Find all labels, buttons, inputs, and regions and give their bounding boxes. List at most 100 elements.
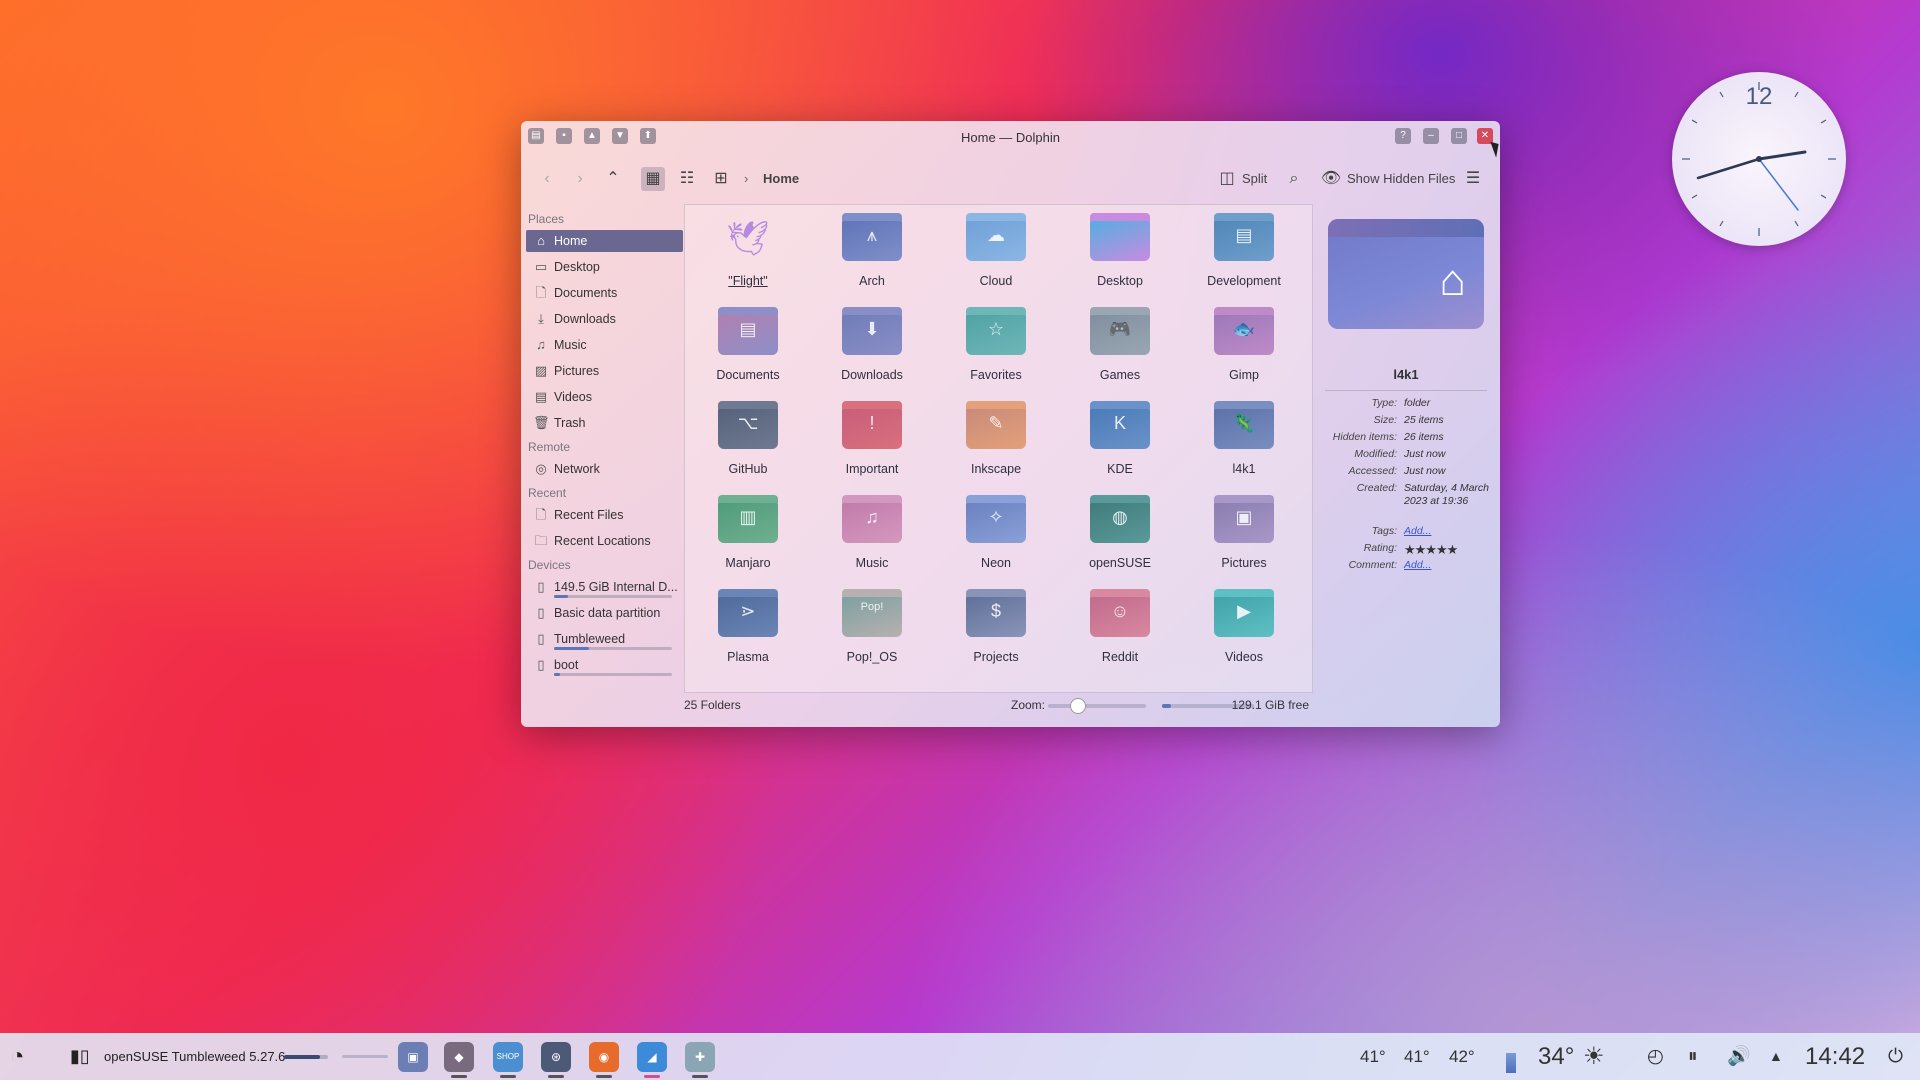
- folder-item[interactable]: ♫ Music: [817, 487, 927, 570]
- folder-item[interactable]: ⌥ GitHub: [693, 393, 803, 476]
- neon-icon: ✧: [966, 495, 1026, 543]
- folder-item[interactable]: ☺ Reddit: [1065, 581, 1175, 664]
- sidebar-item-basic-data-partition[interactable]: ▯ Basic data partition: [526, 602, 683, 624]
- system-settings-icon[interactable]: SHOP: [493, 1042, 523, 1072]
- compact-view-icon[interactable]: ☷: [675, 167, 699, 191]
- folder-item[interactable]: ✎ Inkscape: [941, 393, 1051, 476]
- info-row-comment: Comment: Add...: [1321, 559, 1491, 576]
- pause-icon[interactable]: ⏸: [1688, 1033, 1698, 1080]
- folder-item[interactable]: 🎮 Games: [1065, 299, 1175, 382]
- store-icon[interactable]: ◆: [444, 1042, 474, 1072]
- folder-item[interactable]: Desktop: [1065, 205, 1175, 288]
- add-comment-link[interactable]: Add...: [1404, 559, 1494, 571]
- sidebar-item-internal-drive[interactable]: ▯ 149.5 GiB Internal D...: [526, 576, 683, 598]
- eye-icon[interactable]: 👁: [1319, 167, 1343, 191]
- image-viewer-icon[interactable]: ▣: [398, 1042, 428, 1072]
- folder-item[interactable]: 🕊 "Flight": [693, 205, 803, 288]
- folder-label: GitHub: [728, 462, 768, 476]
- weather-temperature[interactable]: 34°: [1538, 1033, 1574, 1080]
- folder-item[interactable]: ▣ Pictures: [1189, 487, 1299, 570]
- folder-item[interactable]: ▥ Manjaro: [693, 487, 803, 570]
- steering-icon[interactable]: ⊛: [541, 1042, 571, 1072]
- volume-slider[interactable]: [284, 1055, 328, 1059]
- sidebar-item-music[interactable]: ♫ Music: [526, 334, 683, 356]
- icons-view-icon[interactable]: ▦: [641, 167, 665, 191]
- show-hidden-files-button[interactable]: Show Hidden Files: [1347, 167, 1455, 191]
- folder-label: Downloads: [841, 368, 903, 382]
- music-folder-icon: ♫: [842, 495, 902, 543]
- cpu-temp-3[interactable]: 42°: [1449, 1033, 1475, 1080]
- folder-item[interactable]: ⋗ Plasma: [693, 581, 803, 664]
- development-icon: ▤: [1214, 213, 1274, 261]
- folder-item[interactable]: ◍ openSUSE: [1065, 487, 1175, 570]
- sun-icon[interactable]: ☀: [1583, 1033, 1605, 1080]
- tray-expand-icon[interactable]: ▲: [1769, 1033, 1783, 1080]
- memory-bar[interactable]: [1506, 1053, 1516, 1073]
- cloud-icon: ☁: [966, 213, 1026, 261]
- up-icon[interactable]: ⌃: [601, 167, 625, 191]
- dolphin-icon[interactable]: ◢: [637, 1042, 667, 1072]
- cpu-temp-1[interactable]: 41°: [1360, 1033, 1386, 1080]
- folder-item[interactable]: K KDE: [1065, 393, 1175, 476]
- folder-item[interactable]: ☁ Cloud: [941, 205, 1051, 288]
- app-icon[interactable]: ✚: [685, 1042, 715, 1072]
- folder-item[interactable]: 🐟 Gimp: [1189, 299, 1299, 382]
- folder-item[interactable]: ⩚ Arch: [817, 205, 927, 288]
- sidebar-item-videos[interactable]: ▤ Videos: [526, 386, 683, 408]
- window-title-label[interactable]: openSUSE Tumbleweed 5.27.6: [104, 1033, 285, 1080]
- breadcrumb-separator: ›: [744, 171, 749, 186]
- titlebar[interactable]: ▤ ▪ ▲ ▼ ⬆ Home — Dolphin ? – □ ✕: [521, 121, 1500, 155]
- split-icon[interactable]: ◫: [1215, 167, 1239, 191]
- folder-item[interactable]: ▶ Videos: [1189, 581, 1299, 664]
- back-icon[interactable]: ‹: [535, 167, 559, 191]
- minimize-icon[interactable]: –: [1423, 128, 1439, 144]
- folder-item[interactable]: Pop! Pop!_OS: [817, 581, 927, 664]
- folder-item[interactable]: ▤ Development: [1189, 205, 1299, 288]
- folder-label: Pictures: [1221, 556, 1267, 570]
- cpu-temp-2[interactable]: 41°: [1404, 1033, 1430, 1080]
- clock-time[interactable]: 14:42: [1805, 1033, 1865, 1080]
- rating-stars[interactable]: ★★★★★: [1404, 542, 1494, 558]
- sidebar-item-pictures[interactable]: ▨ Pictures: [526, 360, 683, 382]
- sidebar-item-documents[interactable]: 🗋 Documents: [526, 282, 683, 304]
- folder-item[interactable]: ✧ Neon: [941, 487, 1051, 570]
- sidebar-item-downloads[interactable]: ⤓ Downloads: [526, 308, 683, 330]
- media-slider[interactable]: [342, 1055, 388, 1058]
- sidebar-item-desktop[interactable]: ▭ Desktop: [526, 256, 683, 278]
- speaker-icon[interactable]: 🔊: [1727, 1033, 1751, 1080]
- folder-item[interactable]: $ Projects: [941, 581, 1051, 664]
- help-icon[interactable]: ?: [1395, 128, 1411, 144]
- breadcrumb-home[interactable]: Home: [763, 167, 799, 191]
- search-icon[interactable]: ⌕: [1282, 167, 1306, 191]
- sidebar-item-tumbleweed[interactable]: ▯ Tumbleweed: [526, 628, 683, 650]
- power-icon[interactable]: ⏻: [1888, 1033, 1903, 1080]
- folder-item[interactable]: ☆ Favorites: [941, 299, 1051, 382]
- file-view[interactable]: 🕊 "Flight" ⩚ Arch ☁ Cloud Desktop ▤ Development ▤…: [684, 204, 1313, 693]
- split-button[interactable]: Split: [1242, 167, 1267, 191]
- sidebar-item-trash[interactable]: 🗑 Trash: [526, 412, 683, 434]
- folder-item[interactable]: 🦎 l4k1: [1189, 393, 1299, 476]
- firefox-icon[interactable]: ◉: [589, 1042, 619, 1072]
- sidebar-item-recent-files[interactable]: 🗋 Recent Files: [526, 504, 683, 526]
- app-launcher-icon[interactable]: ◔: [10, 1033, 25, 1080]
- folder-item[interactable]: ⬇ Downloads: [817, 299, 927, 382]
- sidebar-item-boot[interactable]: ▯ boot: [526, 654, 683, 676]
- sidebar-item-network[interactable]: ◎ Network: [526, 458, 683, 480]
- maximize-icon[interactable]: □: [1451, 128, 1467, 144]
- home-icon: ⌂: [1439, 256, 1466, 305]
- forward-icon[interactable]: ›: [568, 167, 592, 191]
- pager-icon[interactable]: ▮▯: [70, 1033, 90, 1080]
- folder-label: Inkscape: [970, 462, 1022, 476]
- sidebar-item-recent-locations[interactable]: 🗀 Recent Locations: [526, 530, 683, 552]
- update-icon[interactable]: ◴: [1647, 1033, 1664, 1080]
- info-row-created: Created: Saturday, 4 March 2023 at 19:36: [1356, 482, 1490, 507]
- folder-item[interactable]: ! Important: [817, 393, 927, 476]
- zoom-slider-handle[interactable]: [1070, 698, 1087, 714]
- add-tags-link[interactable]: Add...: [1404, 525, 1494, 537]
- zoom-slider[interactable]: [1048, 698, 1146, 714]
- hamburger-menu-icon[interactable]: ☰: [1461, 167, 1485, 191]
- info-row-rating: Rating: ★★★★★: [1321, 542, 1491, 559]
- folder-item[interactable]: ▤ Documents: [693, 299, 803, 382]
- details-view-icon[interactable]: ⊞: [709, 167, 733, 191]
- sidebar-item-home[interactable]: ⌂ Home: [526, 230, 683, 252]
